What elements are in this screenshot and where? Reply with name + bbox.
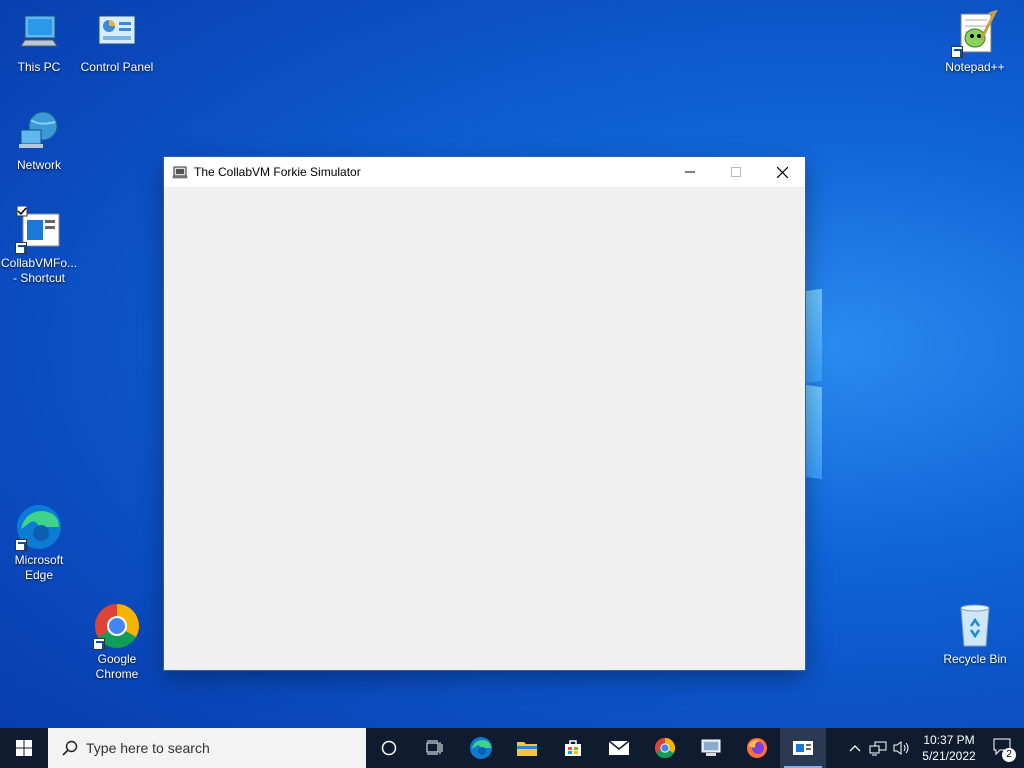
maximize-icon [731, 167, 741, 177]
window-titlebar[interactable]: The CollabVM Forkie Simulator [164, 157, 805, 187]
recycle-bin-icon [951, 602, 999, 650]
clock-date: 5/21/2022 [922, 749, 976, 763]
clock-time: 10:37 PM [923, 733, 975, 747]
desktop-icon-label: Notepad++ [945, 60, 1005, 74]
forkie-app-icon [172, 164, 188, 180]
start-button[interactable] [0, 728, 48, 768]
desktop-icon-label: CollabVMFo... - Shortcut [1, 256, 78, 285]
desktop-icon-label: This PC [17, 60, 61, 74]
shortcut-arrow-icon [951, 46, 963, 58]
system-tray: 10:37 PM 5/21/2022 2 [844, 728, 1024, 768]
shortcut-arrow-icon [15, 539, 27, 551]
volume-tray-button[interactable] [890, 728, 914, 768]
desktop-icon-collabvm-shortcut[interactable]: CollabVMFo... - Shortcut [1, 205, 78, 286]
desktop-icon-label: Recycle Bin [943, 652, 1007, 666]
notification-count-badge: 2 [1002, 748, 1016, 762]
taskbar-search-box[interactable]: Type here to search [48, 728, 366, 768]
window-title: The CollabVM Forkie Simulator [194, 165, 361, 179]
desktop-icon-recycle-bin[interactable]: Recycle Bin [937, 602, 1013, 667]
taskbar-forkie-simulator[interactable] [780, 728, 826, 768]
forkie-app-icon [793, 741, 813, 755]
volume-icon [893, 741, 909, 755]
wallpaper-logo-upper [805, 288, 822, 384]
taskbar-clock[interactable]: 10:37 PM 5/21/2022 [914, 732, 984, 764]
cortana-icon [381, 740, 397, 756]
firefox-icon [747, 738, 767, 758]
desktop-icon-notepad-plus-plus[interactable]: Notepad++ [937, 9, 1013, 75]
remote-desktop-icon [701, 739, 721, 756]
taskbar: Type here to search 10:37 PM 5/21/2022 2 [0, 728, 1024, 768]
mail-icon [608, 740, 630, 755]
window-content-area[interactable] [164, 187, 805, 670]
close-icon [776, 166, 788, 178]
network-icon [15, 108, 63, 156]
task-view-icon [426, 740, 443, 755]
forkie-simulator-window: The CollabVM Forkie Simulator [164, 157, 805, 670]
search-icon [62, 740, 78, 756]
desktop-icon-label: Microsoft Edge [14, 553, 64, 582]
this-pc-icon [15, 10, 63, 58]
wallpaper-logo-lower [805, 384, 822, 480]
action-center-button[interactable]: 2 [984, 728, 1024, 768]
network-tray-button[interactable] [866, 728, 890, 768]
desktop-icon-label: Network [16, 158, 61, 172]
edge-icon [15, 503, 63, 551]
task-view-button[interactable] [412, 728, 458, 768]
minimize-button[interactable] [667, 157, 713, 187]
store-icon [565, 740, 581, 756]
desktop-icon-label: Control Panel [80, 60, 154, 74]
desktop-icon-google-chrome[interactable]: Google Chrome [79, 602, 155, 682]
control-panel-icon [93, 10, 141, 58]
collabvm-app-icon [15, 205, 63, 254]
show-hidden-icons-button[interactable] [844, 728, 866, 768]
taskbar-chrome[interactable] [642, 728, 688, 768]
chevron-up-icon [849, 745, 861, 752]
network-tray-icon [869, 741, 887, 756]
search-placeholder: Type here to search [86, 740, 210, 756]
taskbar-remote-desktop[interactable] [688, 728, 734, 768]
desktop-icon-control-panel[interactable]: Control Panel [79, 10, 155, 75]
windows-logo-icon [16, 740, 32, 756]
taskbar-mail[interactable] [596, 728, 642, 768]
desktop-icon-network[interactable]: Network [1, 108, 77, 173]
desktop-icon-microsoft-edge[interactable]: Microsoft Edge [1, 503, 77, 583]
file-explorer-icon [517, 742, 537, 756]
chrome-icon [654, 737, 676, 759]
cortana-button[interactable] [366, 728, 412, 768]
taskbar-store[interactable] [550, 728, 596, 768]
maximize-button[interactable] [713, 157, 759, 187]
edge-icon [470, 737, 492, 759]
minimize-icon [685, 171, 695, 173]
notepad-plus-plus-icon [951, 9, 999, 58]
desktop-icon-label: Google Chrome [95, 652, 139, 681]
taskbar-edge[interactable] [458, 728, 504, 768]
close-button[interactable] [759, 157, 805, 187]
chrome-icon [93, 602, 141, 650]
taskbar-file-explorer[interactable] [504, 728, 550, 768]
shortcut-arrow-icon [15, 242, 27, 254]
desktop-icon-this-pc[interactable]: This PC [1, 10, 77, 75]
taskbar-firefox[interactable] [734, 728, 780, 768]
shortcut-arrow-icon [93, 638, 105, 650]
